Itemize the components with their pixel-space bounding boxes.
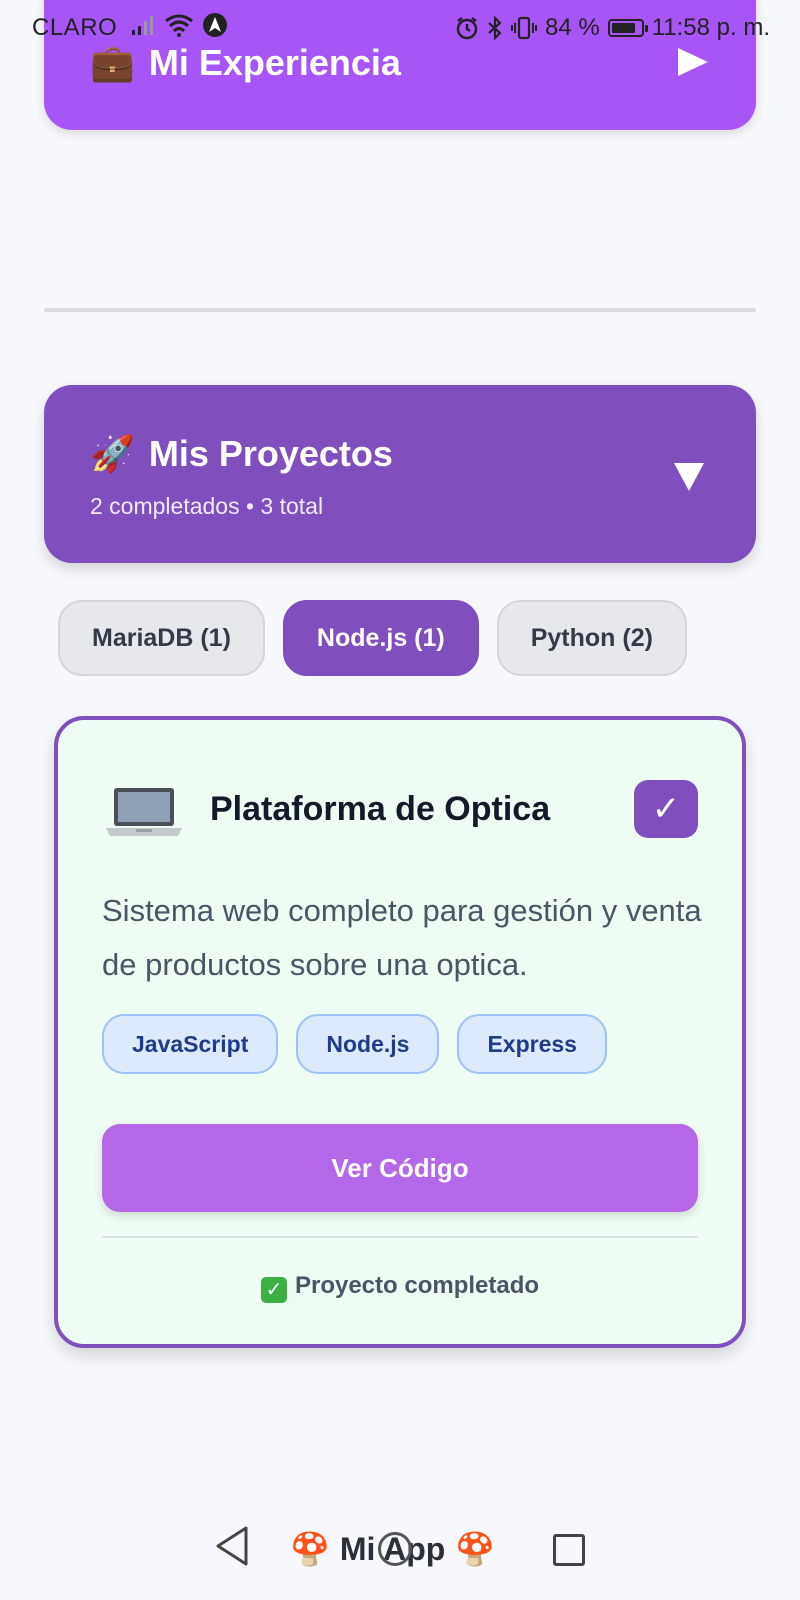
- wifi-icon: [165, 14, 193, 37]
- battery-icon: [607, 19, 648, 37]
- project-card: Plataforma de Optica ✓ Sistema web compl…: [54, 716, 746, 1348]
- projects-subtitle: 2 completados • 3 total: [90, 493, 324, 519]
- project-status: ✓ Proyecto completado: [58, 1272, 742, 1303]
- caret-down-icon[interactable]: [674, 463, 704, 491]
- status-right-icons: 84 % 11:58 p. m.: [455, 14, 770, 42]
- bluetooth-icon: [488, 16, 502, 40]
- mushroom-icon: 🍄: [290, 1531, 330, 1567]
- section-divider: [44, 308, 756, 312]
- project-status-text: Proyecto completado: [294, 1272, 540, 1299]
- navigation-icon: [203, 13, 227, 37]
- rocket-icon: 🚀: [90, 433, 135, 474]
- back-icon[interactable]: [214, 1524, 250, 1568]
- laptop-icon: [106, 788, 182, 836]
- tech-tag: Express: [457, 1014, 607, 1074]
- filter-chip-python[interactable]: Python (2): [496, 600, 687, 676]
- status-bar: CLARO 84 % 11:58 p. m.: [0, 0, 800, 56]
- recent-apps-icon[interactable]: [553, 1534, 585, 1566]
- alarm-icon: [456, 17, 478, 40]
- completed-check-badge: ✓: [634, 780, 698, 838]
- home-icon[interactable]: [378, 1532, 412, 1566]
- battery-percent: 84 %: [545, 14, 600, 41]
- tech-tag-list: JavaScript Node.js Express: [102, 1014, 607, 1074]
- carrier-label: CLARO: [32, 14, 118, 41]
- app-screen: 💼 Mi Experiencia CLARO 84 % 11:58 p. m. …: [0, 0, 800, 1600]
- technology-filters: MariaDB (1) Node.js (1) Python (2): [58, 600, 687, 676]
- projects-title: Mis Proyectos: [148, 433, 393, 474]
- filter-chip-mariadb[interactable]: MariaDB (1): [58, 600, 265, 676]
- mushroom-icon: 🍄: [455, 1531, 496, 1567]
- tech-tag: JavaScript: [102, 1014, 279, 1074]
- status-left-icons: [130, 12, 228, 38]
- project-description: Sistema web completo para gestión y vent…: [102, 893, 702, 982]
- filter-chip-nodejs[interactable]: Node.js (1): [282, 600, 479, 676]
- card-divider: [102, 1236, 698, 1238]
- bottom-navigation: 🍄 Mi App 🍄: [0, 1500, 800, 1600]
- view-code-button[interactable]: Ver Código: [102, 1124, 698, 1212]
- tech-tag: Node.js: [296, 1014, 440, 1074]
- project-title: Plataforma de Optica: [210, 790, 551, 828]
- battery-level: [611, 23, 635, 33]
- check-mark-icon: ✓: [260, 1277, 287, 1303]
- projects-section-header[interactable]: 🚀 Mis Proyectos 2 completados • 3 total: [44, 385, 756, 563]
- signal-icon: [132, 16, 153, 35]
- vibrate-icon: [511, 16, 537, 40]
- clock-time: 11:58 p. m.: [651, 14, 770, 41]
- projects-title-row: 🚀 Mis Proyectos: [90, 433, 393, 475]
